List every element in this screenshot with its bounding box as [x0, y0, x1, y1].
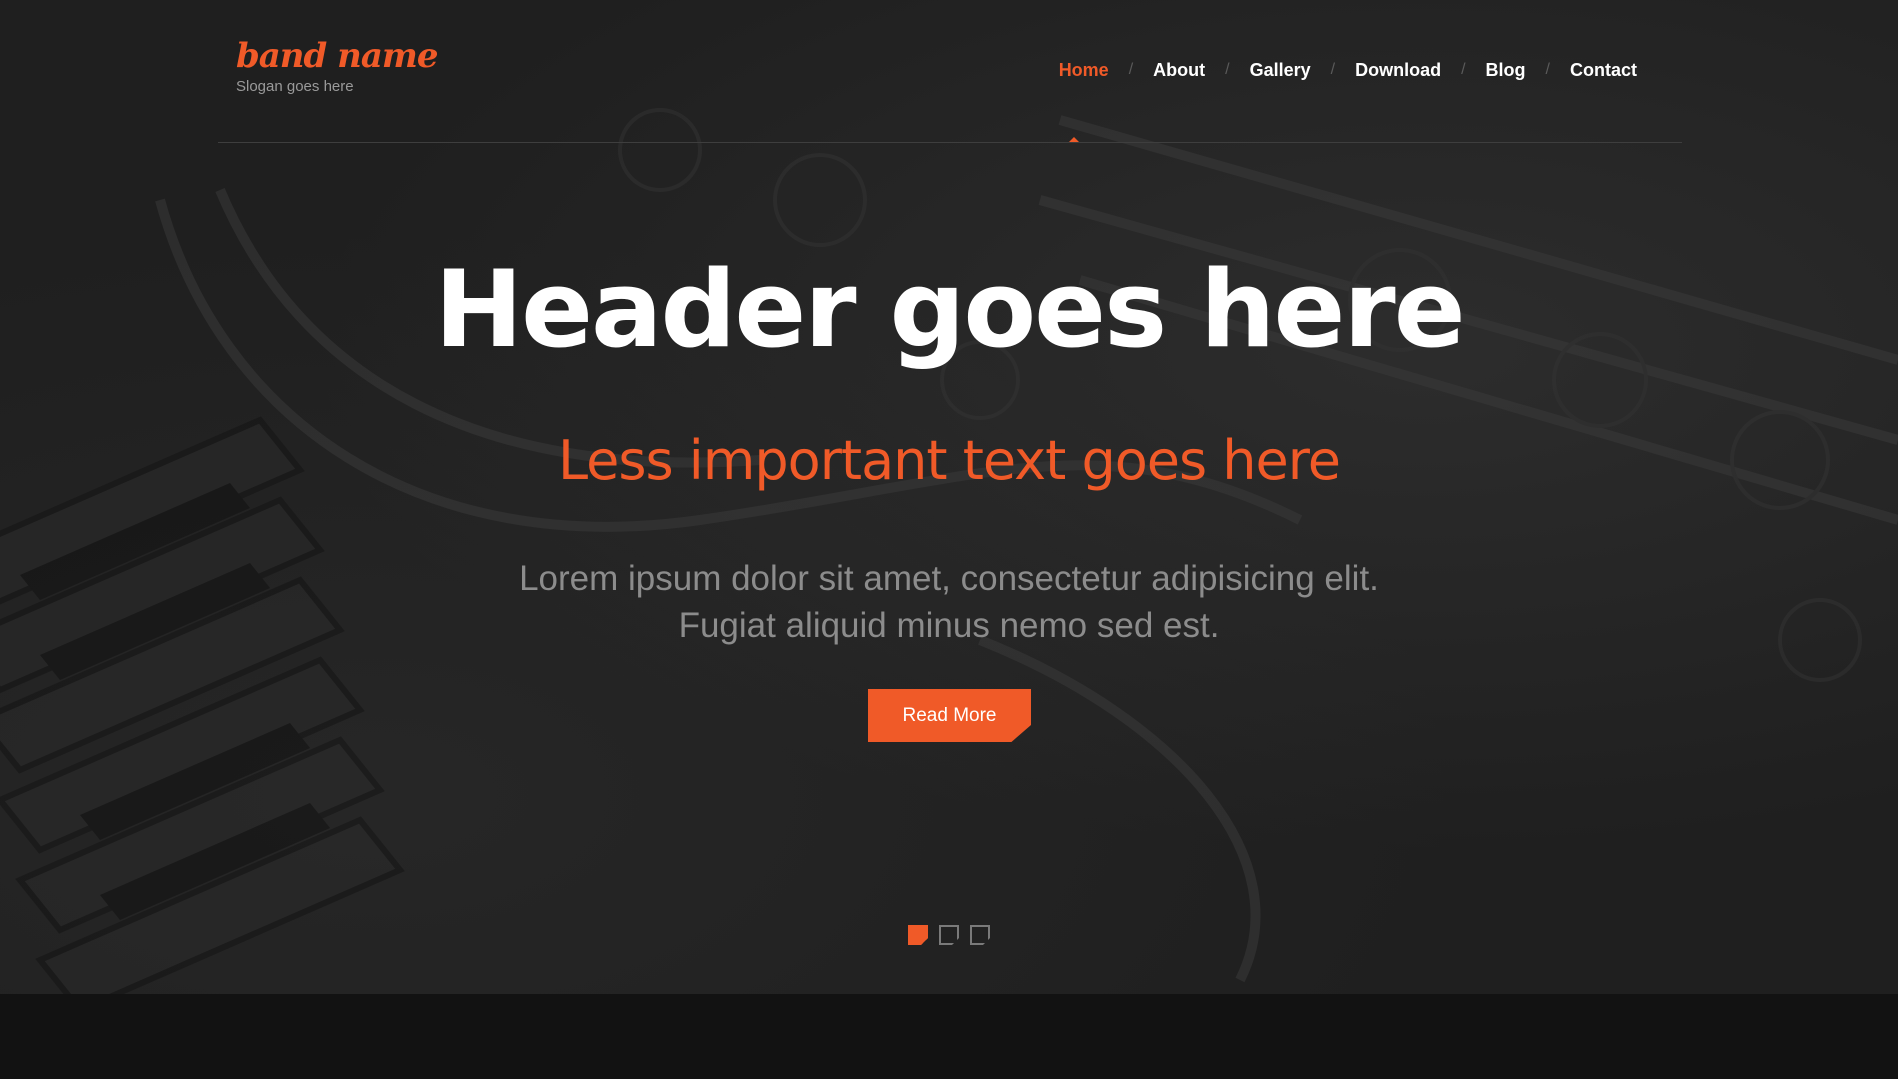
hero-body: Lorem ipsum dolor sit amet, consectetur …: [0, 555, 1898, 649]
slider-dot-3[interactable]: [970, 925, 990, 945]
nav-item-download[interactable]: Download: [1355, 58, 1441, 82]
hero-body-line: Fugiat aliquid minus nemo sed est.: [678, 606, 1220, 645]
nav-item-gallery[interactable]: Gallery: [1250, 58, 1311, 82]
slider-dot-2[interactable]: [939, 925, 959, 945]
nav-separator: /: [1330, 61, 1336, 78]
hero-subtitle: Less important text goes here: [557, 429, 1341, 492]
logo-slogan: Slogan goes here: [236, 78, 354, 95]
hero-body-line: Lorem ipsum dolor sit amet, consectetur …: [519, 559, 1379, 598]
logo[interactable]: band name Slogan goes here: [236, 36, 438, 96]
nav-item-blog[interactable]: Blog: [1486, 58, 1526, 82]
slider-dot-1[interactable]: [908, 925, 928, 945]
active-nav-indicator: [1069, 137, 1079, 142]
footer-band: [0, 994, 1898, 1079]
logo-name[interactable]: band name: [236, 36, 438, 76]
nav-separator: /: [1461, 61, 1466, 78]
slider-pagination: [908, 925, 990, 945]
nav-separator: /: [1128, 61, 1134, 78]
nav-item-home[interactable]: Home: [1059, 58, 1109, 82]
nav-separator: /: [1225, 61, 1230, 78]
background-image: [0, 108, 1898, 994]
hero-section: [0, 0, 1898, 994]
main-nav: Home / About / Gallery / Download / Blog…: [1059, 58, 1637, 82]
nav-item-contact[interactable]: Contact: [1570, 58, 1637, 82]
nav-separator: /: [1545, 61, 1550, 78]
hero-title: Header goes here: [434, 248, 1465, 371]
read-more-button[interactable]: Read More: [868, 689, 1031, 742]
nav-item-about[interactable]: About: [1153, 58, 1205, 82]
nav-divider: [218, 142, 1682, 143]
